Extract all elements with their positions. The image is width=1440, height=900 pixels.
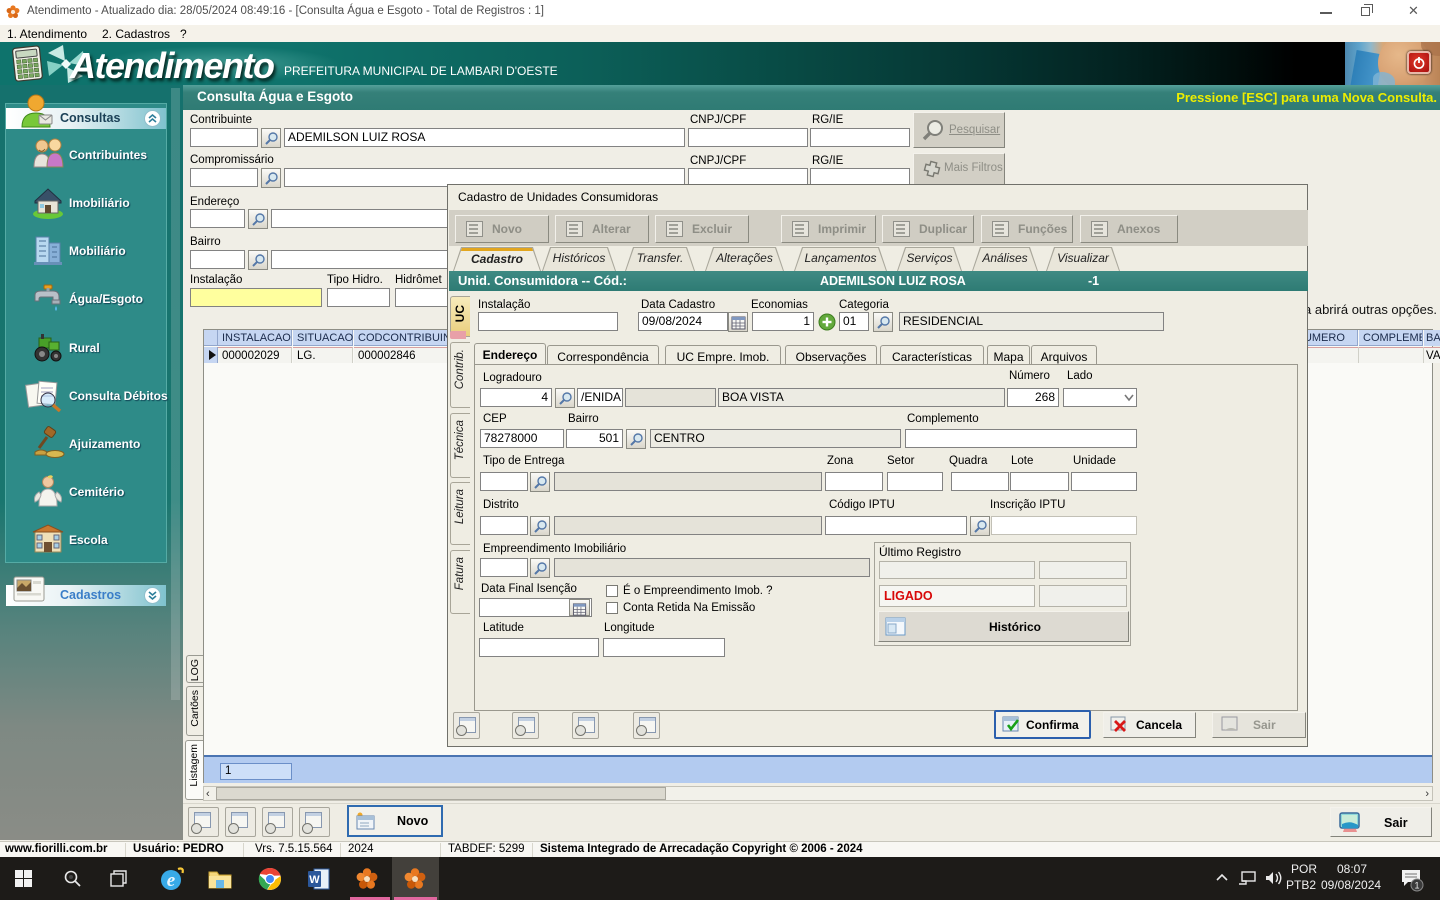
svg-text:1: 1: [1414, 881, 1419, 891]
svg-text:e: e: [167, 870, 176, 891]
svg-text:W: W: [309, 874, 320, 886]
